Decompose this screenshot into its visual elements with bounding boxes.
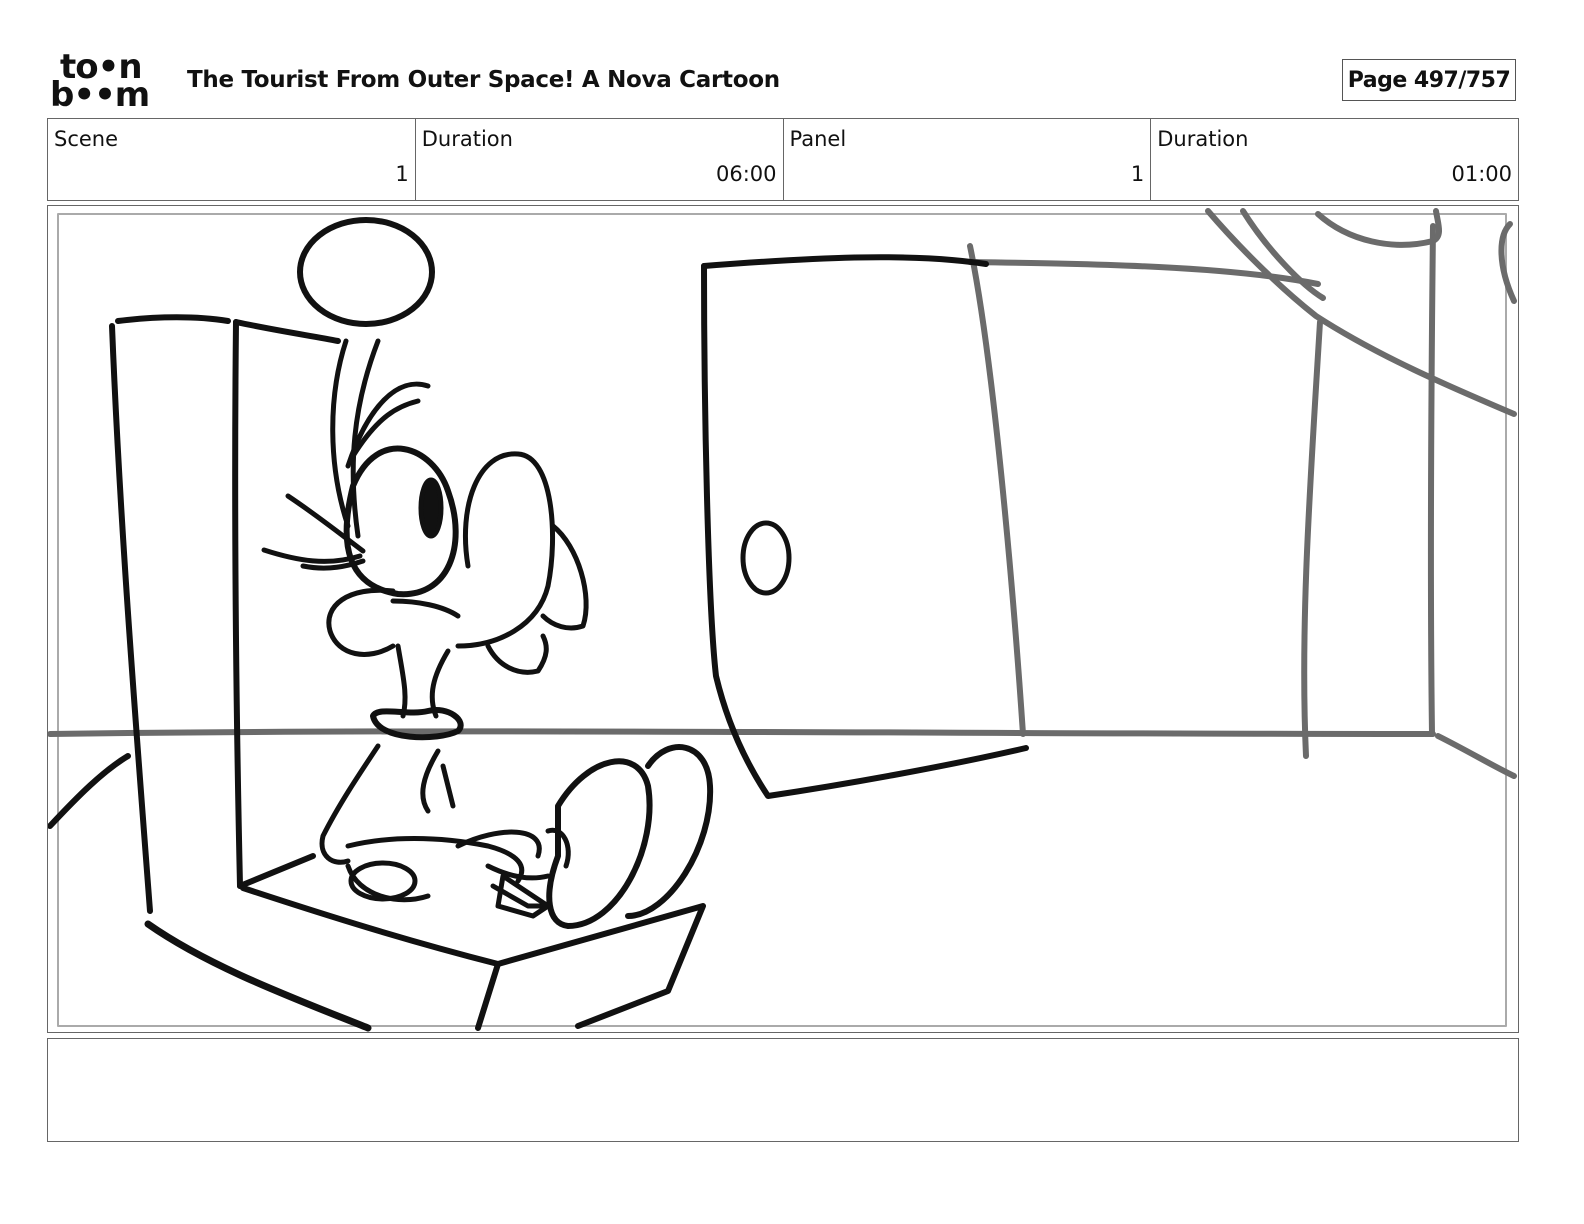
panel-cell: Panel 1	[784, 119, 1152, 200]
scene-info-row: Scene 1 Duration 06:00 Panel 1 Duration …	[47, 118, 1519, 201]
panel-duration-value: 01:00	[1451, 162, 1512, 186]
scene-duration-label: Duration	[421, 127, 513, 151]
page-counter-label: Page 497/757	[1347, 67, 1511, 93]
panel-notes-box	[47, 1038, 1519, 1142]
panel-value: 1	[1130, 162, 1145, 186]
logo-line-2: b••m	[50, 75, 150, 115]
panel-sketch	[48, 208, 1517, 1032]
background-room-lines	[48, 208, 1517, 779]
panel-duration-label: Duration	[1157, 127, 1249, 151]
scene-cell: Scene 1	[48, 119, 416, 200]
storyboard-panel	[47, 205, 1519, 1033]
toonboom-logo: to•n b••m	[50, 50, 166, 114]
document-title: The Tourist From Outer Space! A Nova Car…	[187, 67, 780, 93]
safe-frame	[57, 213, 1507, 1027]
antenna-ball	[297, 217, 435, 327]
scene-value: 1	[395, 162, 409, 186]
character-eye	[418, 477, 444, 539]
scene-duration-cell: Duration 06:00	[416, 119, 784, 200]
panel-label: Panel	[789, 127, 847, 151]
scene-label: Scene	[54, 127, 119, 151]
page-counter: Page 497/757	[1342, 59, 1516, 101]
scene-duration-value: 06:00	[715, 162, 777, 186]
foreground-ink-lines	[48, 217, 1029, 1032]
door-knob	[740, 520, 792, 596]
door-top	[701, 254, 989, 269]
panel-duration-cell: Duration 01:00	[1151, 119, 1518, 200]
